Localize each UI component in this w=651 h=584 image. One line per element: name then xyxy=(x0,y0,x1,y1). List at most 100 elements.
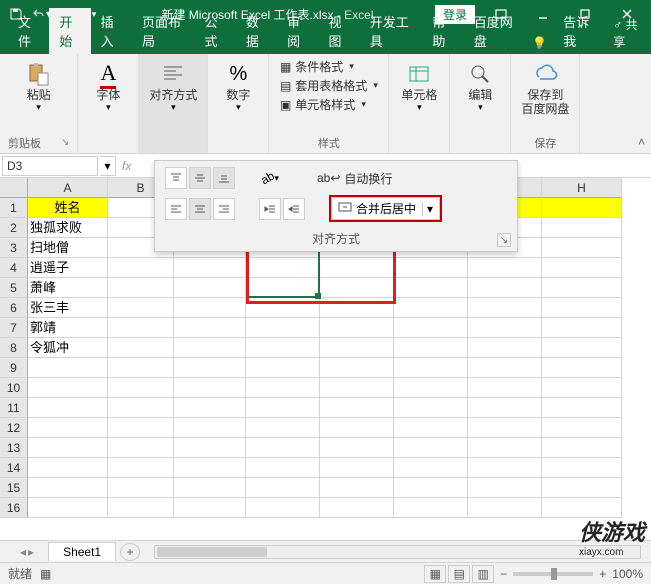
cell-C9[interactable] xyxy=(174,358,246,378)
clipboard-launcher-icon[interactable]: ↘ xyxy=(61,137,69,148)
tab-home[interactable]: 开始 xyxy=(49,8,90,54)
normal-view-button[interactable]: ▦ xyxy=(424,565,446,583)
cell-A8[interactable]: 令狐冲 xyxy=(28,338,108,358)
cell-E13[interactable] xyxy=(320,438,394,458)
cell-H15[interactable] xyxy=(542,478,622,498)
cell-A1[interactable]: 姓名 xyxy=(28,198,108,218)
cell-A11[interactable] xyxy=(28,398,108,418)
cell-A10[interactable] xyxy=(28,378,108,398)
cell-D6[interactable] xyxy=(246,298,320,318)
collapse-ribbon-icon[interactable]: ˄ xyxy=(638,135,645,149)
cell-E5[interactable] xyxy=(320,278,394,298)
cell-E4[interactable] xyxy=(320,258,394,278)
cell-G13[interactable] xyxy=(468,438,542,458)
name-box-dropdown-icon[interactable]: ▾ xyxy=(100,156,116,176)
tab-page-layout[interactable]: 页面布局 xyxy=(132,8,195,54)
cell-C15[interactable] xyxy=(174,478,246,498)
align-right-button[interactable] xyxy=(213,198,235,220)
cell-E11[interactable] xyxy=(320,398,394,418)
cell-D15[interactable] xyxy=(246,478,320,498)
cell-H12[interactable] xyxy=(542,418,622,438)
editing-button[interactable]: 编辑 ▾ xyxy=(458,58,502,115)
cell-D7[interactable] xyxy=(246,318,320,338)
tab-file[interactable]: 文件 xyxy=(8,8,49,54)
row-header[interactable]: 16 xyxy=(0,498,28,518)
name-box[interactable] xyxy=(2,156,98,176)
increase-indent-button[interactable] xyxy=(283,198,305,220)
cell-A15[interactable] xyxy=(28,478,108,498)
cell-F13[interactable] xyxy=(394,438,468,458)
tell-me-icon[interactable]: 💡 xyxy=(526,32,553,54)
cell-G5[interactable] xyxy=(468,278,542,298)
row-header[interactable]: 14 xyxy=(0,458,28,478)
align-bottom-button[interactable] xyxy=(213,167,235,189)
row-header[interactable]: 2 xyxy=(0,218,28,238)
tab-review[interactable]: 审阅 xyxy=(277,8,318,54)
cell-G15[interactable] xyxy=(468,478,542,498)
cell-A14[interactable] xyxy=(28,458,108,478)
cell-G11[interactable] xyxy=(468,398,542,418)
cell-H5[interactable] xyxy=(542,278,622,298)
add-sheet-button[interactable]: + xyxy=(120,543,140,561)
cell-H9[interactable] xyxy=(542,358,622,378)
number-button[interactable]: % 数字 ▾ xyxy=(216,58,260,115)
cell-B12[interactable] xyxy=(108,418,174,438)
cell-D8[interactable] xyxy=(246,338,320,358)
zoom-in-button[interactable]: + xyxy=(599,567,606,581)
sheet-nav-prev-icon[interactable]: ◂ xyxy=(20,545,26,559)
cell-E10[interactable] xyxy=(320,378,394,398)
cell-B6[interactable] xyxy=(108,298,174,318)
cell-F8[interactable] xyxy=(394,338,468,358)
row-header[interactable]: 8 xyxy=(0,338,28,358)
cell-E12[interactable] xyxy=(320,418,394,438)
cell-H14[interactable] xyxy=(542,458,622,478)
page-layout-view-button[interactable]: ▤ xyxy=(448,565,470,583)
cell-C13[interactable] xyxy=(174,438,246,458)
page-break-view-button[interactable]: ▥ xyxy=(472,565,494,583)
merge-dropdown-icon[interactable]: ▾ xyxy=(422,202,433,216)
share-button[interactable]: ♂ 共享 xyxy=(605,12,651,54)
cell-H2[interactable] xyxy=(542,218,622,238)
cell-F15[interactable] xyxy=(394,478,468,498)
cell-F9[interactable] xyxy=(394,358,468,378)
sheet-nav-next-icon[interactable]: ▸ xyxy=(28,545,34,559)
cell-F6[interactable] xyxy=(394,298,468,318)
cells-button[interactable]: 单元格 ▾ xyxy=(397,58,441,115)
cell-H1[interactable] xyxy=(542,198,622,218)
cell-A3[interactable]: 扫地僧 xyxy=(28,238,108,258)
cell-D5[interactable] xyxy=(246,278,320,298)
cell-E16[interactable] xyxy=(320,498,394,518)
orientation-button[interactable]: ab▾ xyxy=(259,167,281,189)
cell-B13[interactable] xyxy=(108,438,174,458)
tab-view[interactable]: 视图 xyxy=(318,8,359,54)
tab-formulas[interactable]: 公式 xyxy=(195,8,236,54)
scroll-thumb[interactable] xyxy=(157,547,267,557)
tell-me[interactable]: 告诉我 xyxy=(553,8,605,54)
row-header[interactable]: 11 xyxy=(0,398,28,418)
zoom-out-button[interactable]: − xyxy=(500,567,507,581)
cell-G10[interactable] xyxy=(468,378,542,398)
cell-F7[interactable] xyxy=(394,318,468,338)
align-left-button[interactable] xyxy=(165,198,187,220)
cell-E8[interactable] xyxy=(320,338,394,358)
cell-H4[interactable] xyxy=(542,258,622,278)
row-header[interactable]: 1 xyxy=(0,198,28,218)
cell-B8[interactable] xyxy=(108,338,174,358)
sheet-tab-1[interactable]: Sheet1 xyxy=(48,542,116,561)
cell-G8[interactable] xyxy=(468,338,542,358)
cell-A2[interactable]: 独孤求败 xyxy=(28,218,108,238)
paste-button[interactable]: 粘贴 ▾ xyxy=(17,58,61,115)
zoom-slider[interactable] xyxy=(513,572,593,576)
cell-A13[interactable] xyxy=(28,438,108,458)
cell-G9[interactable] xyxy=(468,358,542,378)
cell-E14[interactable] xyxy=(320,458,394,478)
align-center-button[interactable] xyxy=(189,198,211,220)
row-header[interactable]: 10 xyxy=(0,378,28,398)
cell-D12[interactable] xyxy=(246,418,320,438)
cell-G4[interactable] xyxy=(468,258,542,278)
cell-H11[interactable] xyxy=(542,398,622,418)
row-header[interactable]: 9 xyxy=(0,358,28,378)
cell-C4[interactable] xyxy=(174,258,246,278)
cell-F14[interactable] xyxy=(394,458,468,478)
cell-D14[interactable] xyxy=(246,458,320,478)
